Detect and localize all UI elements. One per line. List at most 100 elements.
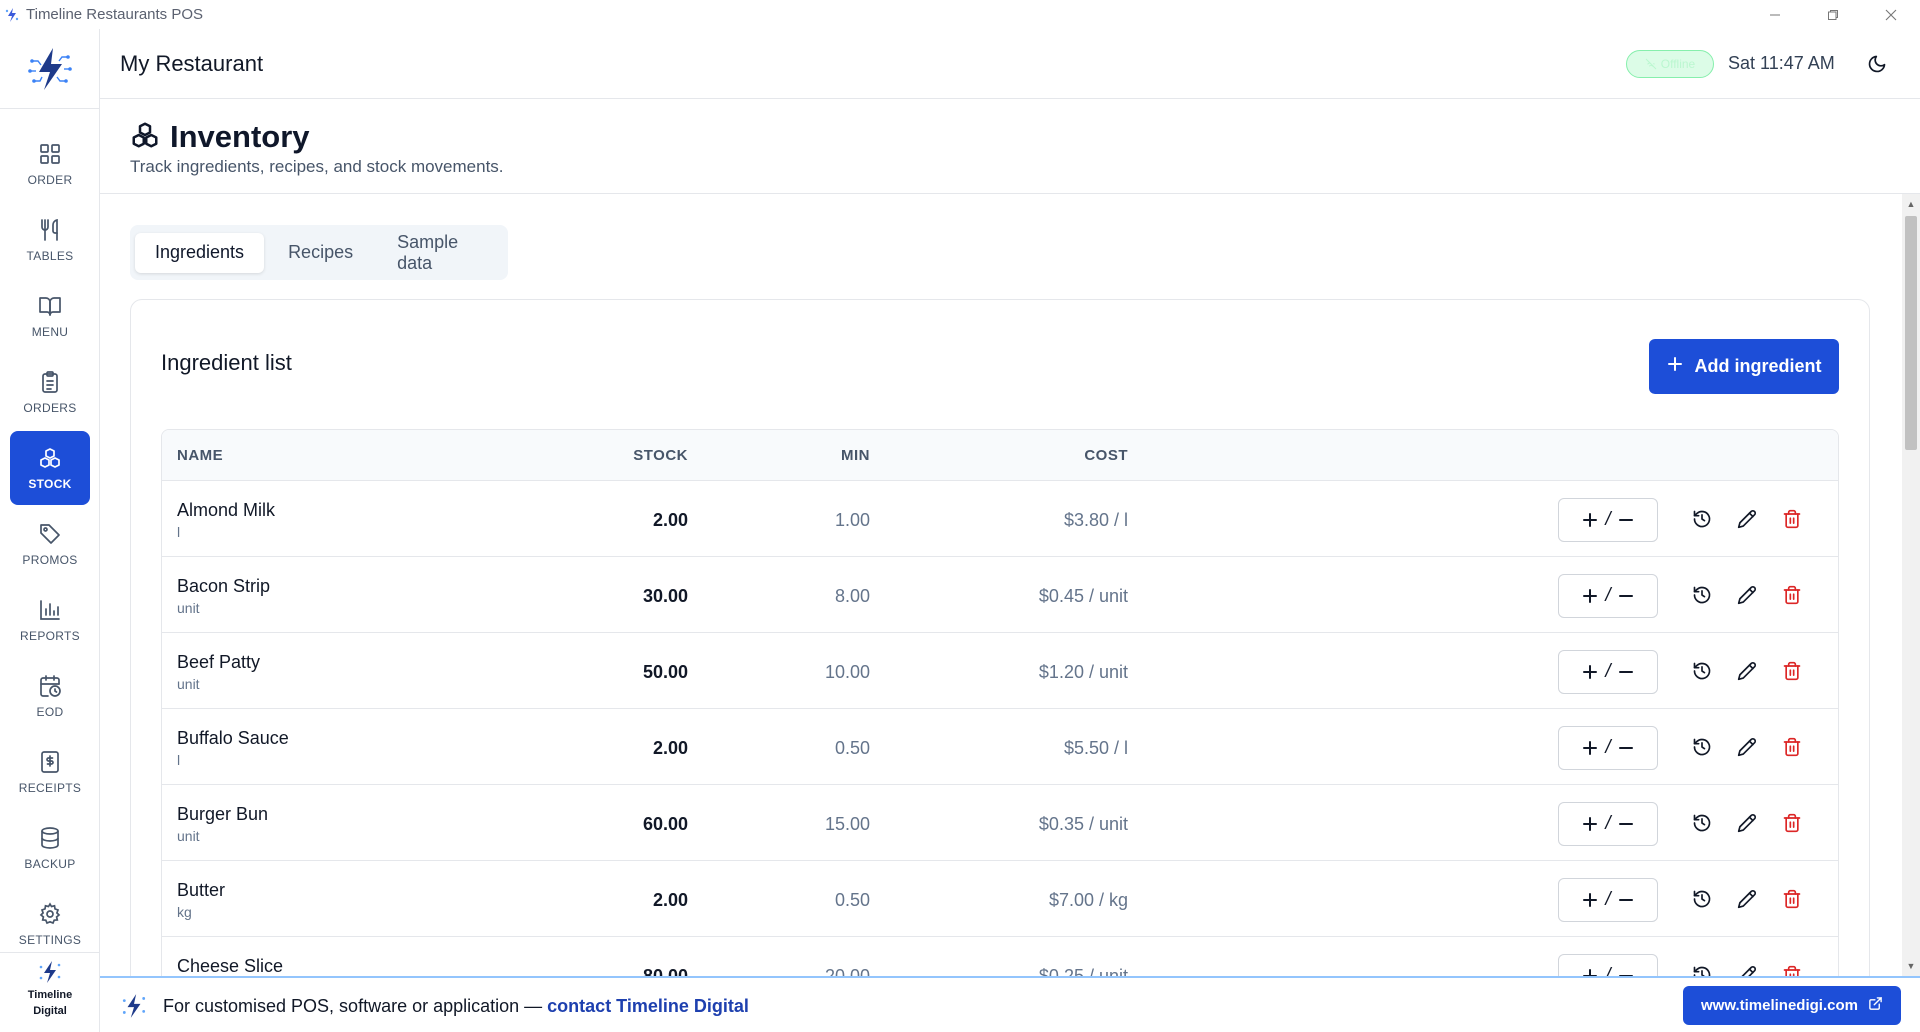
adjust-stock-button[interactable]: / (1558, 726, 1658, 770)
adjust-stock-button[interactable]: / (1558, 878, 1658, 922)
brand-logo[interactable] (0, 29, 100, 109)
adjust-stock-button[interactable]: / (1558, 574, 1658, 618)
sidebar-item-menu[interactable]: MENU (10, 279, 90, 353)
sidebar-item-stock[interactable]: STOCK (10, 431, 90, 505)
history-icon[interactable] (1690, 659, 1714, 683)
website-button-label: www.timelinedigi.com (1701, 997, 1858, 1014)
page-title-text: Inventory (170, 119, 310, 154)
delete-trash-icon[interactable] (1780, 811, 1804, 835)
delete-trash-icon[interactable] (1780, 735, 1804, 759)
brand-name-line1: Timeline (27, 989, 73, 1001)
page-subtitle: Track ingredients, recipes, and stock mo… (130, 157, 504, 176)
timeline-logo-icon (28, 47, 72, 90)
tab-recipes[interactable]: Recipes (268, 233, 373, 273)
edit-pencil-icon[interactable] (1735, 811, 1759, 835)
history-icon[interactable] (1690, 735, 1714, 759)
plus-icon (1583, 963, 1598, 976)
delete-trash-icon[interactable] (1780, 963, 1804, 976)
history-icon[interactable] (1690, 963, 1714, 976)
sidebar-item-label: TABLES (26, 249, 74, 263)
sidebar-item-label: REPORTS (20, 629, 80, 643)
minus-icon (1618, 507, 1633, 533)
history-icon[interactable] (1690, 811, 1714, 835)
sidebar-item-eod[interactable]: EOD (10, 659, 90, 733)
restaurant-name: My Restaurant (120, 51, 264, 76)
brand-name-line2: Digital (33, 1005, 67, 1017)
column-header-stock: STOCK (633, 447, 688, 464)
sidebar: ORDER TABLES MENU ORDERS STOCK PROMOS RE… (0, 29, 100, 1032)
history-icon[interactable] (1690, 583, 1714, 607)
adjust-stock-button[interactable]: / (1558, 802, 1658, 846)
sidebar-item-reports[interactable]: REPORTS (10, 583, 90, 657)
utensils-icon (37, 217, 63, 243)
sidebar-item-receipts[interactable]: RECEIPTS (10, 735, 90, 809)
scroll-down-icon[interactable]: ▼ (1902, 958, 1920, 974)
contact-link[interactable]: contact Timeline Digital (547, 996, 749, 1016)
sidebar-item-settings[interactable]: SETTINGS (10, 887, 90, 961)
edit-pencil-icon[interactable] (1735, 887, 1759, 911)
delete-trash-icon[interactable] (1780, 887, 1804, 911)
sidebar-item-label: EOD (36, 705, 64, 719)
edit-pencil-icon[interactable] (1735, 583, 1759, 607)
timeline-logo-icon (4, 7, 20, 23)
timeline-logo-icon (39, 961, 61, 983)
adjust-separator: / (1605, 813, 1611, 834)
edit-pencil-icon[interactable] (1735, 507, 1759, 531)
delete-trash-icon[interactable] (1780, 659, 1804, 683)
edit-pencil-icon[interactable] (1735, 659, 1759, 683)
edit-pencil-icon[interactable] (1735, 735, 1759, 759)
ingredient-name: Beef Patty (177, 652, 261, 672)
content-scrollbar[interactable]: ▲ ▼ (1902, 194, 1920, 976)
clipboard-list-icon (37, 369, 63, 395)
sidebar-item-promos[interactable]: PROMOS (10, 507, 90, 581)
minus-icon (1618, 887, 1633, 913)
plus-icon (1583, 811, 1598, 837)
tab-ingredients[interactable]: Ingredients (135, 232, 265, 273)
minus-icon (1618, 811, 1633, 837)
table-row: Almond Milk l 2.00 1.00 $3.80 / l / (162, 481, 1838, 557)
window-title: Timeline Restaurants POS (26, 6, 204, 23)
column-header-cost: COST (1084, 447, 1128, 464)
plus-icon (1583, 887, 1598, 913)
plus-icon (1583, 583, 1598, 609)
website-button[interactable]: www.timelinedigi.com (1683, 986, 1901, 1025)
history-icon[interactable] (1690, 507, 1714, 531)
sidebar-item-backup[interactable]: BACKUP (10, 811, 90, 885)
adjust-stock-button[interactable]: / (1558, 954, 1658, 976)
ingredient-name: Cheese Slice (177, 956, 284, 976)
theme-toggle-button[interactable] (1864, 51, 1890, 77)
history-icon[interactable] (1690, 887, 1714, 911)
ingredient-stock: 50.00 (642, 662, 688, 682)
edit-pencil-icon[interactable] (1735, 963, 1759, 976)
minus-icon (1618, 963, 1633, 976)
ingredient-min: 0.50 (834, 738, 870, 758)
minus-icon (1618, 583, 1633, 609)
inventory-tabs: Ingredients Recipes Sample data (130, 225, 508, 280)
wifi-off-icon (1645, 58, 1657, 70)
ingredient-table: NAME STOCK MIN COST Almond Milk l 2.00 1.00… (161, 429, 1839, 976)
promo-footer: For customised POS, software or applicat… (100, 976, 1920, 1032)
ingredient-unit: unit (177, 828, 200, 844)
ingredient-min: 0.50 (834, 890, 870, 910)
minimize-button[interactable] (1746, 0, 1804, 29)
restore-button[interactable] (1804, 0, 1862, 29)
plus-icon (1667, 356, 1683, 377)
delete-trash-icon[interactable] (1780, 583, 1804, 607)
main-content: Ingredients Recipes Sample data Ingredie… (100, 194, 1902, 976)
sidebar-item-tables[interactable]: TABLES (10, 203, 90, 277)
scroll-up-icon[interactable]: ▲ (1902, 196, 1920, 212)
receipt-dollar-icon (37, 749, 63, 775)
scrollbar-thumb[interactable] (1905, 216, 1917, 450)
adjust-stock-button[interactable]: / (1558, 498, 1658, 542)
sidebar-item-order[interactable]: ORDER (10, 127, 90, 201)
delete-trash-icon[interactable] (1780, 507, 1804, 531)
sidebar-item-orders[interactable]: ORDERS (10, 355, 90, 429)
table-row: Burger Bun unit 60.00 15.00 $0.35 / unit / (162, 785, 1838, 861)
close-window-button[interactable] (1862, 0, 1920, 29)
ingredient-name: Buffalo Sauce (177, 728, 289, 748)
adjust-stock-button[interactable]: / (1558, 650, 1658, 694)
tab-sample-data[interactable]: Sample data (377, 232, 503, 273)
ingredient-name: Butter (177, 880, 226, 900)
adjust-separator: / (1605, 889, 1611, 910)
add-ingredient-button[interactable]: Add ingredient (1649, 339, 1839, 394)
